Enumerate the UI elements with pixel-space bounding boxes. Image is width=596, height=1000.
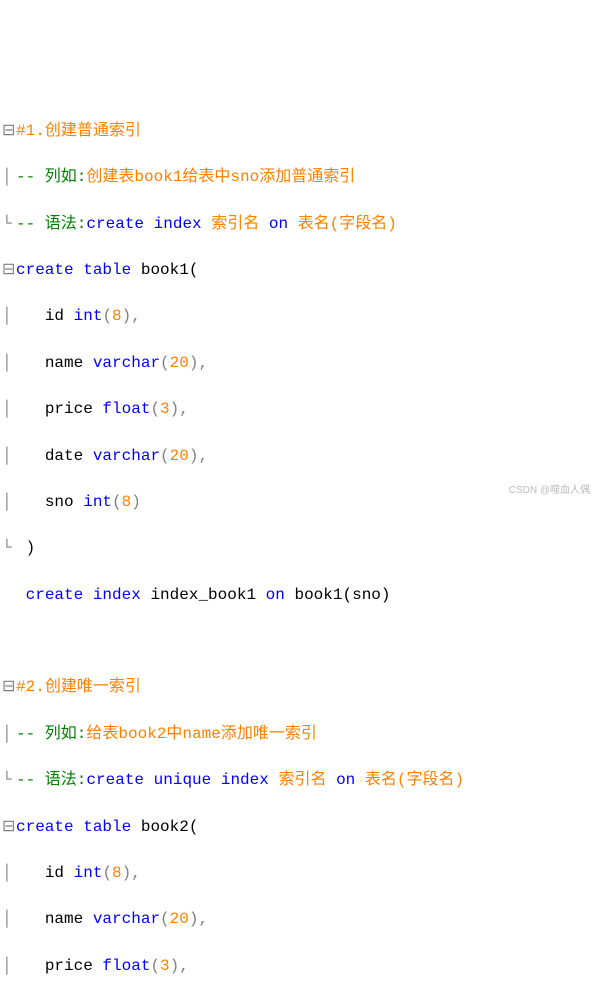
comment-example-1: │-- 列如:创建表book1给表中sno添加普通索引 <box>2 166 594 189</box>
close-paren-1: └ ) <box>2 537 594 560</box>
comment-syntax-2: └-- 语法:create unique index 索引名 on 表名(字段名… <box>2 769 594 792</box>
col-id-1: │ id int(8), <box>2 305 594 328</box>
col-sno-1: │ sno int(8) <box>2 491 594 514</box>
watermark-text: CSDN @噬血人偶 <box>509 484 590 499</box>
create-table-1: ⊟create table book1( <box>2 259 594 282</box>
create-index-1: create index index_book1 on book1(sno) <box>2 584 594 607</box>
syntax-label: -- 语法: <box>16 215 86 233</box>
col-id-2: │ id int(8), <box>2 862 594 885</box>
col-name-2: │ name varchar(20), <box>2 908 594 931</box>
col-name-1: │ name varchar(20), <box>2 352 594 375</box>
comment-title-2: ⊟#2.创建唯一索引 <box>2 676 594 699</box>
comment-example-2: │-- 列如:给表book2中name添加唯一索引 <box>2 723 594 746</box>
blank-line <box>2 630 594 653</box>
col-price-2: │ price float(3), <box>2 955 594 978</box>
title-prefix: #1. <box>16 122 45 140</box>
title-text: 创建普通索引 <box>45 122 141 140</box>
comment-syntax-1: └-- 语法:create index 索引名 on 表名(字段名) <box>2 213 594 236</box>
col-date-1: │ date varchar(20), <box>2 445 594 468</box>
create-table-2: ⊟create table book2( <box>2 816 594 839</box>
example-label: -- 列如: <box>16 168 86 186</box>
comment-title-1: ⊟#1.创建普通索引 <box>2 120 594 143</box>
example-text: 创建表book1给表中sno添加普通索引 <box>86 168 355 186</box>
col-price-1: │ price float(3), <box>2 398 594 421</box>
code-block: ⊟#1.创建普通索引 │-- 列如:创建表book1给表中sno添加普通索引 └… <box>2 97 594 1000</box>
